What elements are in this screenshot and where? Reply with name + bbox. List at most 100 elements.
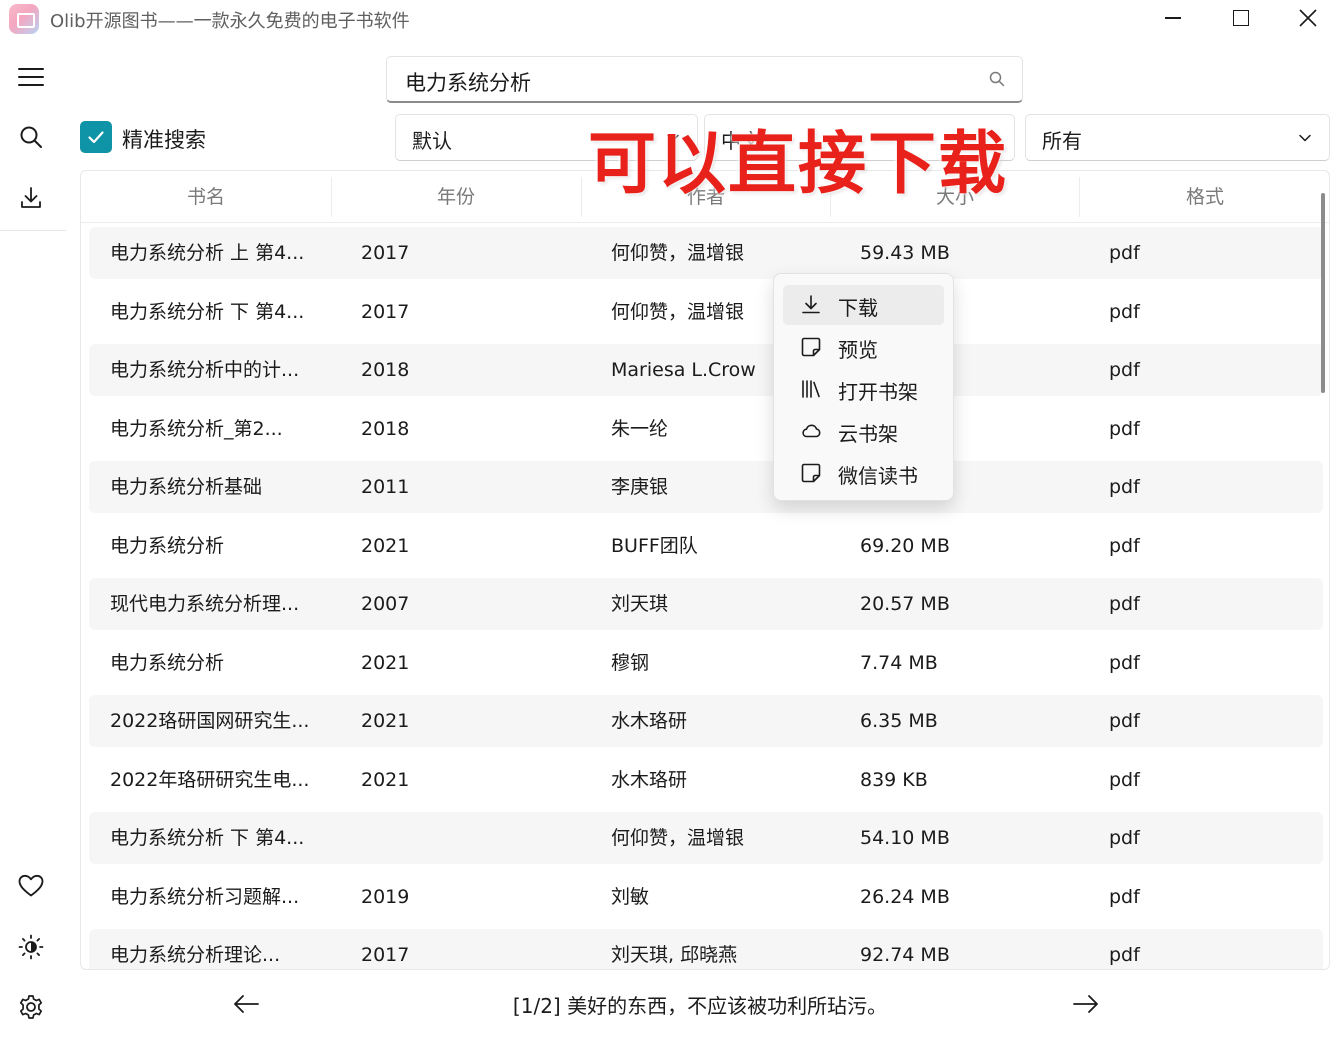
download-icon — [21, 187, 41, 208]
app-window: Olib开源图书——一款永久免费的电子书软件 电力系统分析 精准搜索 默认 中文… — [0, 0, 1333, 1039]
cell-author: 何仰赞，温增银 — [611, 827, 745, 849]
cell-format: pdf — [1109, 418, 1140, 440]
maximize-icon — [1233, 10, 1249, 26]
rail-divider — [0, 230, 66, 231]
table-row[interactable]: 2022珞研国网研究生... 2021 水木珞研 6.35 MB pdf — [89, 695, 1323, 747]
maximize-button[interactable] — [1208, 0, 1274, 36]
favorites-button[interactable] — [6, 864, 56, 908]
table-row[interactable]: 电力系统分析 2021 穆钢 7.74 MB pdf — [89, 637, 1323, 689]
table-row[interactable]: 2022年珞研研究生电... 2021 水木珞研 839 KB pdf — [89, 754, 1323, 806]
table-row[interactable]: 电力系统分析习题解... 2019 刘敏 26.24 MB pdf — [89, 871, 1323, 923]
table-row[interactable]: 现代电力系统分析理... 2007 刘天琪 20.57 MB pdf — [89, 578, 1323, 630]
table-row[interactable]: 电力系统分析 上 第4... 2017 何仰赞，温增银 59.43 MB pdf — [89, 227, 1323, 279]
cell-author: 刘天琪, 邱晓燕 — [611, 944, 738, 966]
cell-format: pdf — [1109, 827, 1140, 849]
cell-title: 电力系统分析 — [110, 535, 225, 557]
cell-format: pdf — [1109, 769, 1140, 791]
downloads-nav-button[interactable] — [6, 176, 56, 220]
brightness-icon — [18, 934, 44, 960]
table-row[interactable]: 电力系统分析_第2... 2018 朱一纶 pdf — [89, 403, 1323, 455]
cell-author: 水木珞研 — [611, 769, 688, 791]
menu-button[interactable] — [6, 55, 56, 99]
app-logo-icon — [9, 4, 39, 34]
cell-author: 何仰赞，温增银 — [611, 242, 745, 264]
search-query-text: 电力系统分析 — [405, 71, 531, 95]
cell-size: 26.24 MB — [860, 886, 950, 908]
results-table: 书名 年份 作者 大小 格式 电力系统分析 上 第4... 2017 何仰赞，温增银… — [80, 170, 1330, 970]
cell-format: pdf — [1109, 652, 1140, 674]
context-menu-item-preview[interactable]: 预览 — [783, 327, 944, 367]
search-icon[interactable] — [988, 70, 1006, 88]
context-menu: 下载 预览 打开书架 云书架 微信读书 — [773, 273, 954, 501]
cell-size: 7.74 MB — [860, 652, 938, 674]
cell-format: pdf — [1109, 535, 1140, 557]
cell-title: 电力系统分析 下 第4... — [110, 827, 305, 849]
cell-year: 2021 — [361, 535, 410, 557]
cell-title: 电力系统分析中的计... — [110, 359, 300, 381]
column-header-year[interactable]: 年份 — [331, 171, 581, 223]
table-row[interactable]: 电力系统分析 下 第4... 何仰赞，温增银 54.10 MB pdf — [89, 812, 1323, 864]
cell-format: pdf — [1109, 944, 1140, 966]
cell-author: Mariesa L.Crow — [611, 359, 756, 381]
search-icon — [20, 126, 42, 148]
checkmark-icon — [88, 131, 104, 144]
cell-format: pdf — [1109, 476, 1140, 498]
context-menu-label: 打开书架 — [838, 380, 918, 404]
cell-author: 朱一纶 — [611, 418, 669, 440]
cell-year: 2017 — [361, 301, 410, 323]
cell-size: 20.57 MB — [860, 593, 950, 615]
minimize-button[interactable] — [1140, 0, 1206, 36]
cell-size: 69.20 MB — [860, 535, 950, 557]
cell-size: 92.74 MB — [860, 944, 950, 966]
context-menu-label: 微信读书 — [838, 464, 918, 488]
cell-year: 2021 — [361, 652, 410, 674]
cell-year: 2007 — [361, 593, 410, 615]
context-menu-item-wechat-read[interactable]: 微信读书 — [783, 453, 944, 493]
next-quote-button[interactable] — [1068, 986, 1104, 1022]
cell-author: 穆钢 — [611, 652, 650, 674]
column-header-format[interactable]: 格式 — [1079, 171, 1329, 223]
table-row[interactable]: 电力系统分析 下 第4... 2017 何仰赞，温增银 pdf — [89, 286, 1323, 338]
exact-search-label[interactable]: 精准搜索 — [122, 124, 206, 154]
table-row[interactable]: 电力系统分析基础 2011 李庚银 pdf — [89, 461, 1323, 513]
cell-author: 何仰赞，温增银 — [611, 301, 745, 323]
cell-size: 6.35 MB — [860, 710, 938, 732]
cell-title: 电力系统分析基础 — [110, 476, 263, 498]
cell-format: pdf — [1109, 242, 1140, 264]
cell-author: 李庚银 — [611, 476, 669, 498]
vertical-scrollbar[interactable] — [1321, 193, 1325, 393]
cell-year: 2017 — [361, 944, 410, 966]
context-menu-label: 下载 — [838, 296, 878, 320]
heart-icon — [18, 874, 44, 897]
cell-format: pdf — [1109, 710, 1140, 732]
cell-title: 电力系统分析 上 第4... — [110, 242, 305, 264]
cell-author: BUFF团队 — [611, 535, 698, 557]
context-menu-item-download[interactable]: 下载 — [783, 285, 944, 325]
footer-quote: [1/2] 美好的东西，不应该被功利所玷污。 — [512, 994, 888, 1018]
table-row[interactable]: 电力系统分析理论... 2017 刘天琪, 邱晓燕 92.74 MB pdf — [89, 929, 1323, 969]
format-dropdown[interactable]: 所有 — [1025, 114, 1330, 161]
exact-search-checkbox[interactable] — [80, 121, 112, 153]
cell-format: pdf — [1109, 593, 1140, 615]
table-row[interactable]: 电力系统分析中的计... 2018 Mariesa L.Crow pdf — [89, 344, 1323, 396]
hamburger-icon — [18, 68, 44, 86]
sort-dropdown-value: 默认 — [412, 129, 452, 153]
cell-title: 2022珞研国网研究生... — [110, 710, 310, 732]
cell-size: 839 KB — [860, 769, 928, 791]
window-title: Olib开源图书——一款永久免费的电子书软件 — [50, 11, 410, 32]
cell-title: 电力系统分析_第2... — [110, 418, 283, 440]
cell-title: 电力系统分析 — [110, 652, 225, 674]
search-nav-button[interactable] — [6, 115, 56, 159]
search-input[interactable]: 电力系统分析 — [386, 56, 1023, 103]
close-button[interactable] — [1275, 0, 1333, 36]
cell-author: 水木珞研 — [611, 710, 688, 732]
cell-title: 电力系统分析习题解... — [110, 886, 300, 908]
context-menu-item-open-shelf[interactable]: 打开书架 — [783, 369, 944, 409]
cell-year: 2017 — [361, 242, 410, 264]
theme-toggle-button[interactable] — [6, 925, 56, 969]
column-header-title[interactable]: 书名 — [81, 171, 331, 223]
context-menu-item-cloud-shelf[interactable]: 云书架 — [783, 411, 944, 451]
table-row[interactable]: 电力系统分析 2021 BUFF团队 69.20 MB pdf — [89, 520, 1323, 572]
cell-author: 刘天琪 — [611, 593, 669, 615]
overlay-caption: 可以直接下载 — [588, 125, 1009, 204]
